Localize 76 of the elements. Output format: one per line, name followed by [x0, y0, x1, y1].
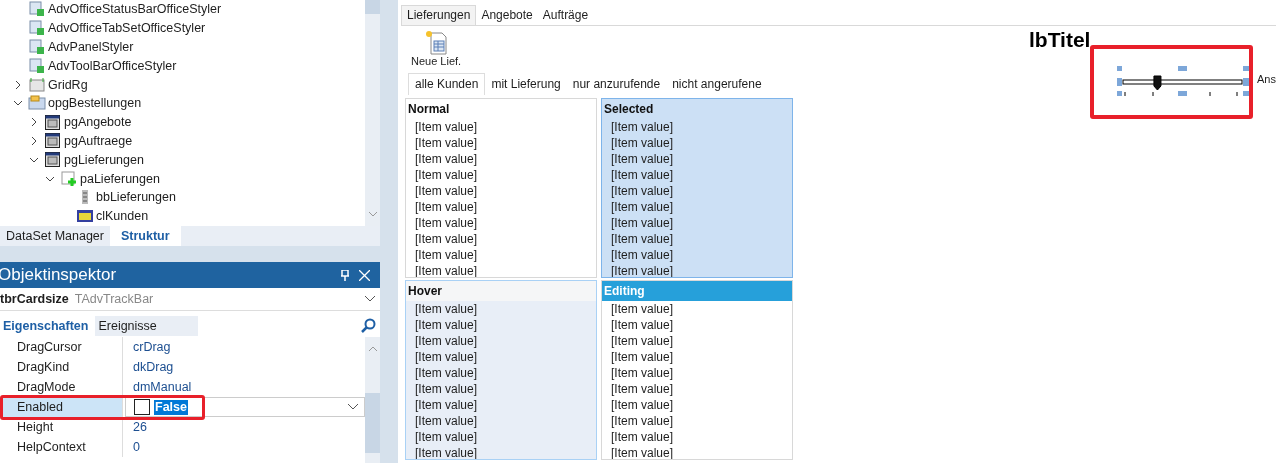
scrollbar-thumb[interactable] — [365, 393, 380, 453]
property-name: DragMode — [17, 380, 76, 394]
dropdown-chevron-icon[interactable] — [347, 403, 359, 411]
object-type: TAdvTrackBar — [74, 292, 155, 306]
scrollbar[interactable] — [365, 337, 380, 463]
title-label: lbTitel — [1029, 28, 1091, 52]
list-box[interactable]: Normal [Item value] [Item value] [Item value] [Item value] [Item value] [Item value] [Item value] [Item value] [Item value] [Item value] — [405, 98, 597, 278]
filter-tab[interactable]: alle Kunden — [408, 73, 486, 95]
page-tab[interactable]: Lieferungen — [401, 5, 477, 25]
tree-item[interactable]: bbLieferungen — [96, 190, 176, 205]
list-box[interactable]: Hover [Item value] [Item value] [Item value] [Item value] [Item value] [Item value] [Item value] [Item value] [Item value] [Item value] — [405, 280, 597, 460]
pin-icon[interactable] — [341, 269, 349, 281]
tree-item[interactable]: AdvToolBarOfficeStyler — [48, 58, 177, 73]
styler-icon — [28, 20, 45, 37]
tree-item[interactable]: opgBestellungen — [48, 96, 142, 111]
property-name: HelpContext — [17, 440, 86, 454]
filter-tab[interactable]: nur anzurufende — [566, 73, 667, 95]
styler-icon — [28, 39, 45, 55]
panel-tab[interactable]: Struktur — [110, 226, 181, 246]
object-name: tbrCardsize — [0, 292, 69, 306]
toolbar-button[interactable]: Neue Lief. — [410, 29, 463, 67]
property-name: Enabled — [17, 400, 63, 414]
bar-icon — [79, 189, 90, 206]
tree-item[interactable]: AdvOfficeStatusBarOfficeStyler — [48, 2, 222, 17]
property-name: Height — [17, 420, 54, 434]
property-name: DragKind — [17, 360, 70, 374]
styler-icon — [28, 57, 45, 74]
styler-icon — [28, 1, 45, 18]
grid-icon — [28, 76, 45, 93]
property-value[interactable]: dkDrag — [133, 357, 174, 377]
window-icon — [45, 114, 60, 130]
folder-icon — [27, 95, 46, 112]
expand-chevron-icon[interactable] — [29, 135, 39, 146]
tree-item[interactable]: paLieferungen — [80, 171, 160, 186]
selection-handle[interactable] — [1178, 91, 1187, 96]
label: Ans — [1257, 73, 1276, 85]
tree-item[interactable]: AdvPanelStyler — [48, 40, 134, 54]
tree-item[interactable]: clKunden — [96, 209, 149, 224]
property-value[interactable]: False — [154, 399, 188, 415]
dropdown-chevron-icon[interactable] — [364, 295, 376, 303]
expand-chevron-icon[interactable] — [13, 79, 23, 90]
new-document-icon — [423, 29, 450, 55]
page-tab[interactable]: Angebote — [476, 5, 538, 25]
property-value[interactable]: crDrag — [133, 337, 171, 357]
checkbox[interactable] — [134, 399, 150, 415]
search-icon[interactable] — [360, 318, 376, 334]
tree-item[interactable]: GridRg — [48, 77, 88, 92]
scrollbar-thumb[interactable] — [365, 0, 380, 14]
expand-chevron-icon[interactable] — [29, 117, 39, 128]
filter-tab[interactable]: nicht angerufene — [666, 73, 768, 95]
close-icon[interactable] — [359, 269, 370, 281]
tree-item[interactable]: AdvOfficeTabSetOfficeStyler — [48, 21, 206, 36]
list-box[interactable]: Selected [Item value] [Item value] [Item value] [Item value] [Item value] [Item value] [Item value] [Item value] [Item value] [Item value] — [601, 98, 793, 278]
inspector-tab[interactable]: Ereignisse — [95, 316, 164, 336]
panel-icon — [60, 170, 77, 187]
property-value[interactable]: dmManual — [133, 377, 192, 397]
property-value[interactable]: 26 — [133, 417, 147, 437]
selection-handle[interactable] — [1178, 66, 1187, 71]
property-name: DragCursor — [17, 340, 82, 354]
selection-handle[interactable] — [1117, 66, 1122, 71]
page-tab[interactable]: Aufträge — [537, 5, 594, 25]
window-icon — [45, 152, 60, 168]
list-box[interactable]: Editing [Item value] [Item value] [Item value] [Item value] [Item value] [Item value] [Item value] [Item value] [Item value] [Item value] — [601, 280, 793, 460]
property-value[interactable]: 0 — [133, 437, 140, 457]
list-icon — [76, 210, 93, 223]
trackbar-thumb[interactable] — [1153, 75, 1162, 91]
list-header: Hover — [406, 281, 596, 301]
list-header: Editing — [602, 281, 792, 301]
tree-item[interactable]: pgAuftraege — [64, 133, 133, 148]
tree-item[interactable]: pgAngebote — [64, 115, 132, 130]
panel-tab[interactable]: DataSet Manager — [0, 226, 110, 246]
inspector-tab[interactable]: Eigenschaften — [0, 316, 96, 336]
scrollbar[interactable] — [365, 0, 380, 226]
window-icon — [45, 133, 60, 149]
tree-item[interactable]: pgLieferungen — [64, 152, 144, 167]
filter-tab[interactable]: mit Lieferung — [485, 73, 567, 95]
